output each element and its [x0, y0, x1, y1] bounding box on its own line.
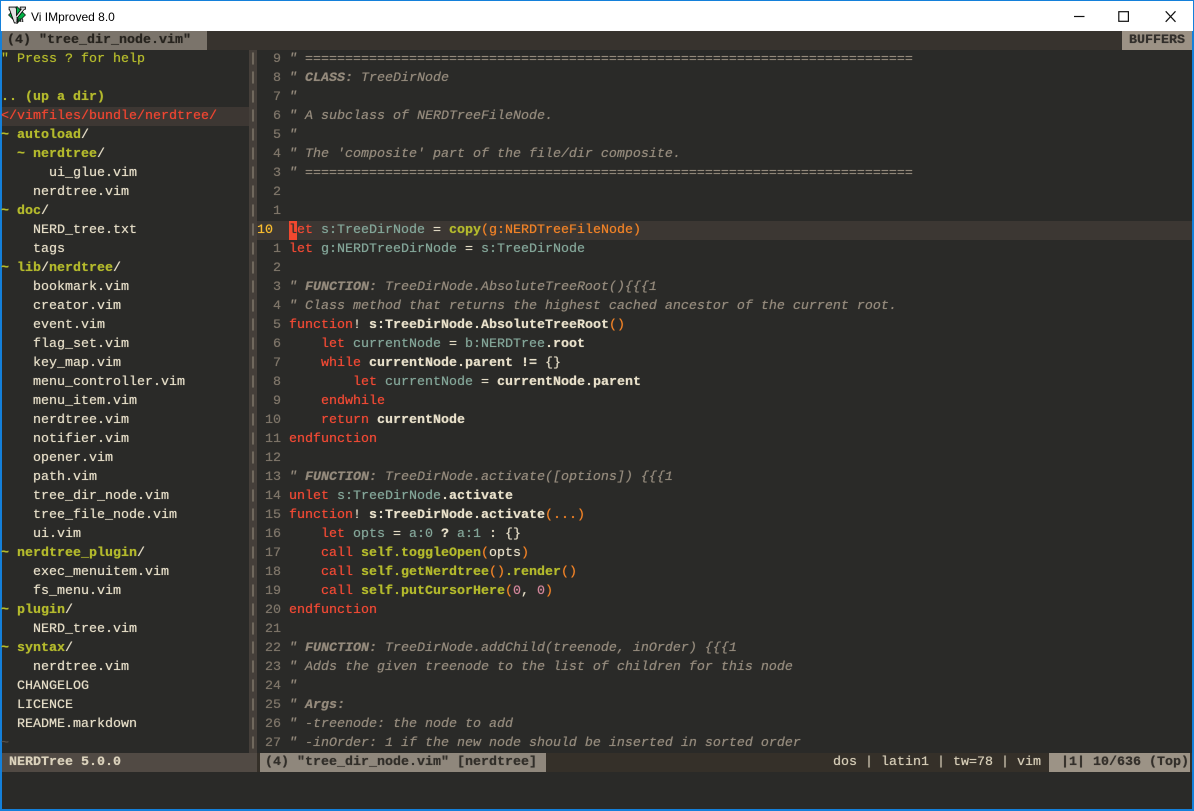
svg-text:im: im: [16, 17, 24, 24]
